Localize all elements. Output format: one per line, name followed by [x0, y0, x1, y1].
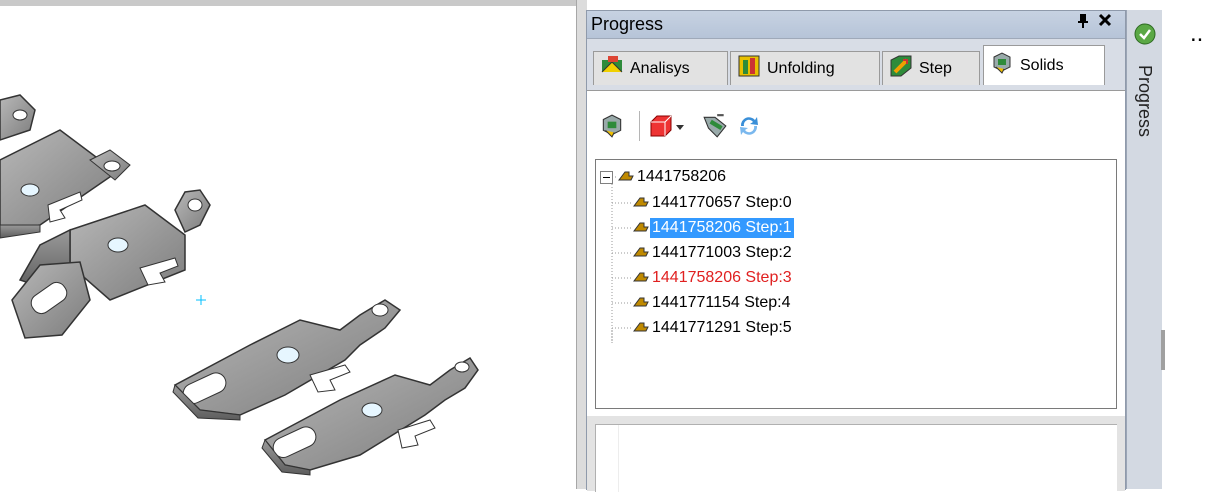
- properties-content: [618, 425, 1117, 492]
- tree-node-label: 1441771291 Step:5: [652, 319, 792, 336]
- tree-node[interactable]: 1441771154 Step:4: [632, 292, 793, 314]
- solid-node-icon: [632, 319, 650, 338]
- analysis-icon: [600, 54, 624, 83]
- step-icon: [889, 54, 913, 83]
- overflow-ellipsis[interactable]: ..: [1190, 20, 1203, 48]
- tab-unfolding[interactable]: Unfolding: [730, 51, 880, 85]
- tree-node-label: 1441771154 Step:4: [652, 294, 791, 311]
- tree-node[interactable]: 1441771291 Step:5: [632, 317, 794, 339]
- tab-solids[interactable]: Solids: [983, 45, 1105, 85]
- tree-node-label: 1441758206: [637, 168, 726, 185]
- solids-toolbar: [597, 109, 768, 143]
- panel-title: Progress: [591, 14, 664, 34]
- tree-node-highlighted[interactable]: 1441758206 Step:3: [632, 267, 794, 289]
- collapse-icon[interactable]: [600, 170, 613, 184]
- 3d-viewport[interactable]: [0, 0, 576, 489]
- origin-marker: [196, 295, 206, 305]
- tab-label: Step: [919, 59, 952, 77]
- solid-node-icon: [617, 168, 635, 187]
- collapsed-progress-sidebar[interactable]: Progress: [1126, 10, 1162, 489]
- tab-label: Unfolding: [767, 59, 835, 77]
- tree-node-label: 1441770657 Step:0: [652, 194, 792, 211]
- tab-label: Analisys: [630, 59, 690, 77]
- solids-tab-content: 1441758206 1441770657 Step:0 1441758206 …: [587, 90, 1125, 492]
- tree-node-label: 1441758206 Step:1: [650, 218, 794, 238]
- solid-node-icon: [632, 219, 650, 238]
- tab-label: Solids: [1020, 56, 1064, 74]
- close-icon[interactable]: [1095, 13, 1115, 33]
- solid-node-icon: [632, 244, 650, 263]
- solid-arrow-icon[interactable]: [700, 111, 730, 141]
- solid-node-icon: [632, 269, 650, 288]
- solid-node-icon: [632, 194, 650, 213]
- progress-status-icon[interactable]: [1133, 22, 1157, 51]
- solids-icon: [990, 51, 1014, 80]
- tree-node-selected[interactable]: 1441758206 Step:1: [632, 217, 794, 239]
- tree-node[interactable]: 1441770657 Step:0: [632, 192, 794, 214]
- solid-node-icon: [632, 294, 650, 313]
- pin-icon[interactable]: [1073, 13, 1093, 33]
- tab-strip: Analisys Unfolding Step Solids: [587, 45, 1125, 91]
- tab-analisys[interactable]: Analisys: [593, 51, 728, 85]
- box-dropdown-icon[interactable]: [648, 111, 688, 141]
- refresh-icon[interactable]: [734, 111, 764, 141]
- tab-step[interactable]: Step: [882, 51, 980, 85]
- sheet-metal-parts-render: [0, 94, 479, 476]
- resize-grip[interactable]: [1161, 330, 1165, 370]
- tree-node-label: 1441771003 Step:2: [652, 244, 792, 261]
- toolbar-separator: [639, 111, 640, 141]
- tree-node-label: 1441758206 Step:3: [652, 269, 792, 286]
- solids-tree[interactable]: 1441758206 1441770657 Step:0 1441758206 …: [595, 159, 1117, 409]
- progress-panel: Progress Analisys Unfolding Step Solids …: [586, 10, 1126, 492]
- properties-area: [587, 416, 1125, 492]
- properties-box[interactable]: [595, 424, 1117, 492]
- unfolding-icon: [737, 54, 761, 83]
- tree-node[interactable]: 1441771003 Step:2: [632, 242, 794, 264]
- tree-root-node[interactable]: 1441758206: [600, 166, 728, 188]
- sidebar-tab-label[interactable]: Progress: [1134, 65, 1155, 137]
- panel-titlebar: Progress: [587, 11, 1125, 39]
- solid-icon[interactable]: [597, 111, 627, 141]
